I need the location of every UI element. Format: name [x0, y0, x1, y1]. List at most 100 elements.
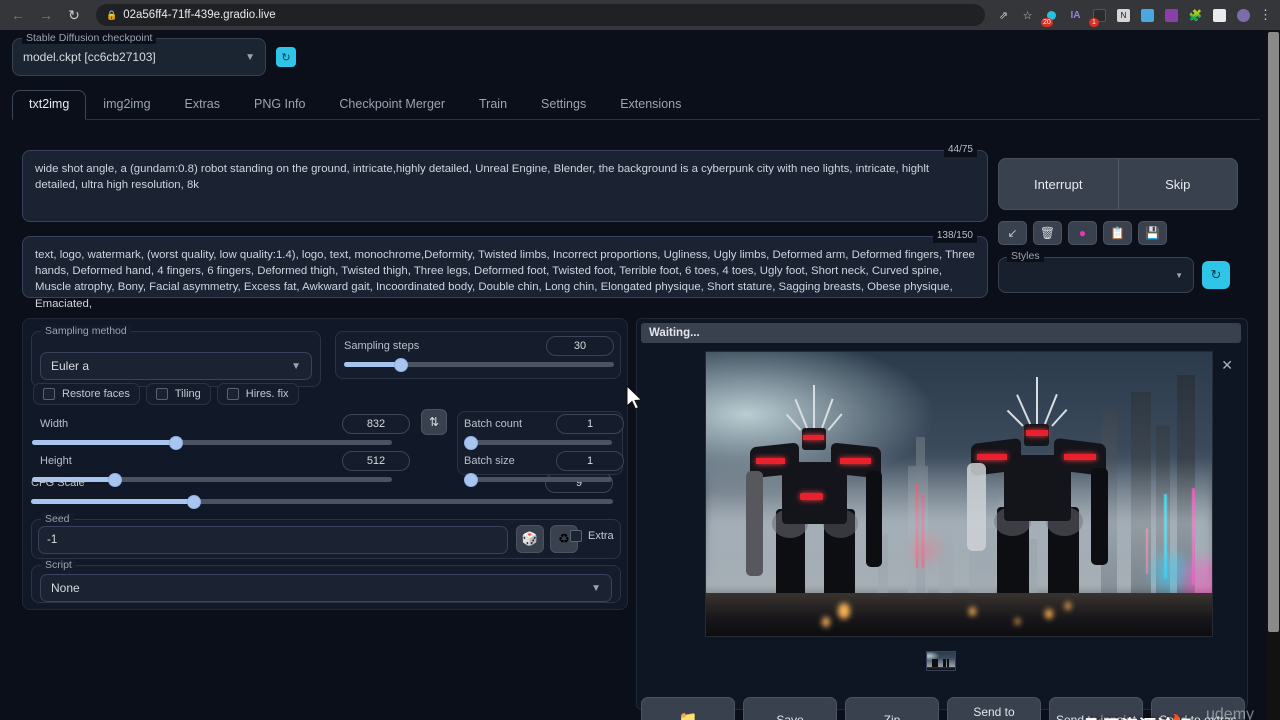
open-folder-button[interactable]: 📁 [641, 697, 735, 720]
prompt-tool-icons: ↙ 🗑 ● 📋 💾 [998, 221, 1238, 245]
option-checkboxes: Restore faces Tiling Hires. fix [33, 383, 305, 405]
folder-icon: 📁 [679, 711, 698, 720]
refresh-icon: ↻ [281, 51, 290, 64]
extra-networks-icon[interactable]: ● [1068, 221, 1097, 245]
styles-refresh-button[interactable]: ↻ [1202, 261, 1230, 289]
slider-fill [344, 362, 401, 367]
width-value[interactable]: 832 [342, 414, 410, 434]
prompt-area: 44/75 wide shot angle, a (gundam:0.8) ro… [22, 150, 988, 298]
checkbox-icon[interactable] [43, 388, 55, 400]
restore-faces-checkbox[interactable]: Restore faces [33, 383, 140, 405]
dice-icon[interactable]: 🎲 [516, 525, 544, 553]
hires-fix-checkbox[interactable]: Hires. fix [217, 383, 299, 405]
back-arrow-icon[interactable]: ← [6, 3, 30, 27]
send-to-img2img-button[interactable]: Send to img2img [947, 697, 1041, 720]
star-icon[interactable]: ☆ [1019, 7, 1036, 24]
slider-knob[interactable] [108, 473, 122, 487]
extension-puzzle-icon[interactable]: 🧩 [1187, 7, 1204, 24]
restore-progress-icon[interactable]: ↙ [998, 221, 1027, 245]
batch-group: Batch count 1 Batch size 1 [457, 411, 623, 475]
clear-prompt-trash-icon[interactable]: 🗑 [1033, 221, 1062, 245]
checkpoint-dropdown[interactable]: Stable Diffusion checkpoint model.ckpt [… [12, 38, 266, 76]
cfg-scale-value[interactable]: 9 [545, 473, 613, 493]
batch-count-value[interactable]: 1 [556, 414, 624, 434]
script-dropdown[interactable]: None ▼ [40, 574, 612, 602]
checkbox-icon[interactable] [227, 388, 239, 400]
slider-knob[interactable] [394, 358, 408, 372]
tab-extensions[interactable]: Extensions [603, 90, 698, 119]
sampling-steps-value[interactable]: 30 [546, 336, 614, 356]
three-dot-menu-icon[interactable]: ⋮ [1259, 7, 1272, 23]
sampling-method-group: Sampling method Euler a ▼ [31, 331, 321, 387]
tab-checkpoint-merger[interactable]: Checkpoint Merger [322, 90, 462, 119]
script-value: None [51, 581, 80, 595]
save-style-icon[interactable]: 💾 [1138, 221, 1167, 245]
seed-value: -1 [47, 534, 57, 546]
styles-dropdown[interactable]: Styles ▼ [998, 257, 1194, 293]
address-bar[interactable]: 🔒 02a56ff4-71ff-439e.gradio.live [96, 4, 985, 26]
extension-dark-square-icon[interactable]: 1 [1091, 7, 1108, 24]
forward-arrow-icon[interactable]: → [34, 3, 58, 27]
slider-knob[interactable] [169, 436, 183, 450]
tab-img2img[interactable]: img2img [86, 90, 167, 119]
script-label: Script [41, 559, 76, 571]
generate-actions: Interrupt Skip ↙ 🗑 ● 📋 💾 Styles ▼ ↻ [998, 158, 1238, 293]
tab-png-info[interactable]: PNG Info [237, 90, 322, 119]
checkbox-icon[interactable] [156, 388, 168, 400]
chevron-down-icon: ▼ [245, 52, 255, 63]
close-icon[interactable]: ✕ [1221, 357, 1233, 374]
chevron-down-icon: ▼ [1175, 271, 1183, 280]
scrollbar-thumb[interactable] [1268, 32, 1279, 632]
positive-prompt-input[interactable]: 44/75 wide shot angle, a (gundam:0.8) ro… [22, 150, 988, 222]
extension-image-icon[interactable] [1139, 7, 1156, 24]
apply-style-clipboard-icon[interactable]: 📋 [1103, 221, 1132, 245]
tab-train[interactable]: Train [462, 90, 524, 119]
slider-track[interactable] [344, 362, 614, 367]
extension-white-square-icon[interactable] [1211, 7, 1228, 24]
slider-track[interactable] [464, 477, 612, 482]
interrupt-skip-row: Interrupt Skip [998, 158, 1238, 210]
generated-image-artwork [706, 352, 1212, 636]
save-button[interactable]: Save [743, 697, 837, 720]
zip-button[interactable]: Zip [845, 697, 939, 720]
slider-knob[interactable] [464, 436, 478, 450]
height-label: Height [40, 455, 72, 467]
batch-size-value[interactable]: 1 [556, 451, 624, 471]
slider-knob[interactable] [187, 495, 201, 509]
slider-knob[interactable] [464, 473, 478, 487]
slider-track[interactable] [31, 499, 613, 504]
sampling-steps-label: Sampling steps [344, 340, 419, 352]
height-value[interactable]: 512 [342, 451, 410, 471]
tab-extras[interactable]: Extras [168, 90, 237, 119]
checkpoint-refresh-button[interactable]: ↻ [276, 47, 296, 67]
slider-track[interactable] [32, 440, 392, 445]
seed-label: Seed [41, 513, 74, 525]
slider-track[interactable] [32, 477, 392, 482]
seed-group: Seed -1 🎲 ♻ Extra [31, 519, 621, 559]
checkbox-icon[interactable] [570, 530, 582, 542]
result-thumbnail[interactable] [926, 651, 956, 671]
extension-avatar-icon[interactable] [1235, 7, 1252, 24]
tiling-checkbox[interactable]: Tiling [146, 383, 211, 405]
swap-dimensions-icon[interactable]: ⇅ [421, 409, 447, 435]
sampling-method-dropdown[interactable]: Euler a ▼ [40, 352, 312, 380]
skip-button[interactable]: Skip [1118, 159, 1238, 209]
extension-notion-icon[interactable]: N [1115, 7, 1132, 24]
share-icon[interactable]: ⇗ [995, 7, 1012, 24]
styles-label: Styles [1007, 250, 1044, 262]
interrupt-button[interactable]: Interrupt [999, 159, 1118, 209]
tab-settings[interactable]: Settings [524, 90, 603, 119]
seed-input[interactable]: -1 [38, 526, 508, 554]
extension-purple-icon[interactable] [1163, 7, 1180, 24]
extension-badge-blue-icon[interactable]: 20 [1043, 7, 1060, 24]
tab-txt2img[interactable]: txt2img [12, 90, 86, 120]
slider-track[interactable] [464, 440, 612, 445]
extra-seed-checkbox[interactable]: Extra [570, 530, 614, 542]
generated-image[interactable] [705, 351, 1213, 637]
page-scrollbar[interactable] [1266, 30, 1280, 720]
sampling-method-label: Sampling method [41, 325, 131, 337]
reload-icon[interactable]: ↻ [62, 3, 86, 27]
negative-prompt-input[interactable]: 138/150 text, logo, watermark, (worst qu… [22, 236, 988, 298]
extension-ia-icon[interactable]: IA [1067, 7, 1084, 24]
checkpoint-label: Stable Diffusion checkpoint [22, 32, 156, 44]
